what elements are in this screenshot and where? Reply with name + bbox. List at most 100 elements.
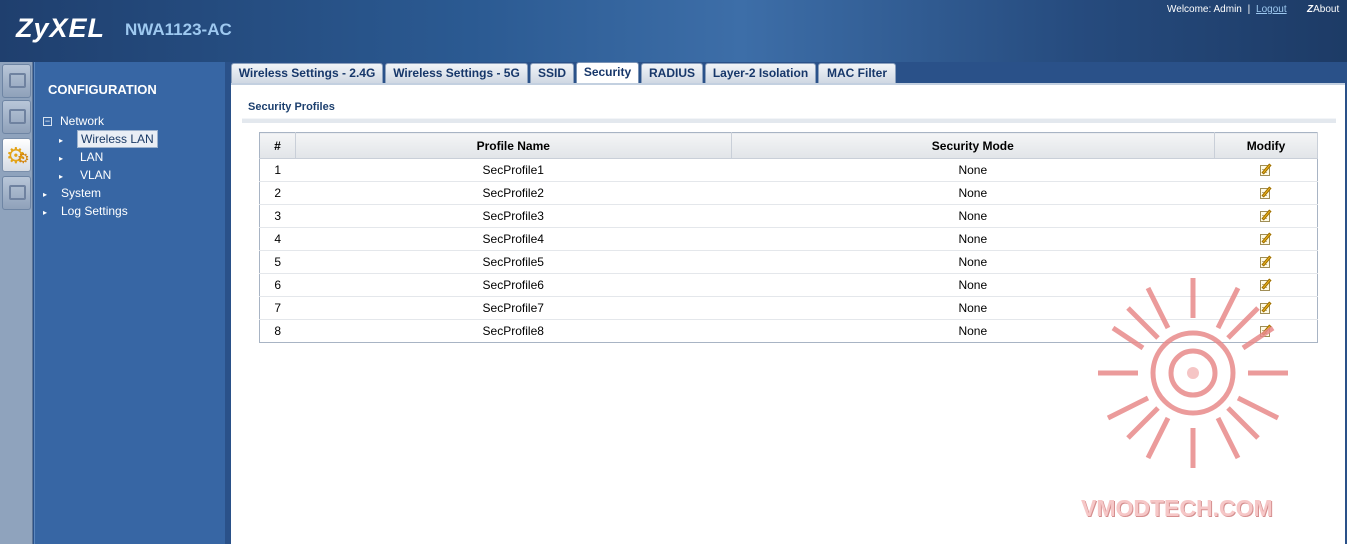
dashboard-panel-button[interactable] [2,64,31,98]
column-header-security-mode[interactable]: Security Mode [731,132,1216,159]
sidebar-item-label: LAN [80,150,104,164]
sidebar-item-lan[interactable]: ▸ LAN [59,150,106,164]
column-header-modify: Modify [1214,132,1318,159]
tools-icon [9,185,26,200]
table-row[interactable]: 7 SecProfile7 None [259,296,1318,320]
profile-name: SecProfile1 [295,158,732,182]
monitor-panel-button[interactable] [2,100,31,134]
modify-cell [1214,273,1318,297]
sidebar-item-label: VLAN [80,168,112,182]
username: Admin [1213,4,1242,15]
monitor-icon [9,73,26,88]
main-frame: Wireless Settings - 2.4G Wireless Settin… [229,62,1347,544]
table-row[interactable]: 1 SecProfile1 None [259,158,1318,182]
welcome-label: Welcome: [1167,4,1212,15]
small-gear-icon: ⚙ [17,150,30,166]
edit-icon[interactable] [1259,323,1273,338]
tab-ssid[interactable]: SSID [530,63,574,83]
modify-cell [1214,319,1318,343]
security-mode: None [731,250,1215,274]
sidebar-item-log-settings[interactable]: ▸ Log Settings [43,204,128,218]
security-mode: None [731,296,1215,320]
row-number: 1 [259,158,296,182]
table-row[interactable]: 2 SecProfile2 None [259,181,1318,205]
tab-wireless-settings-24g[interactable]: Wireless Settings - 2.4G [231,63,383,83]
sidebar-item-wireless-lan[interactable]: ▸ Wireless LAN [59,130,158,148]
security-profiles-table: # Profile Name Security Mode Modify 1 Se… [259,132,1318,343]
configuration-panel-button[interactable]: ⚙ ⚙ [2,138,31,172]
sidebar-item-vlan[interactable]: ▸ VLAN [59,168,114,182]
column-header-profile-name[interactable]: Profile Name [295,132,732,159]
row-number: 4 [259,227,296,251]
row-number: 8 [259,319,296,343]
sidebar-item-label: Wireless LAN [77,130,158,148]
profile-name: SecProfile4 [295,227,732,251]
watermark-text: VMODTECH.COM [1081,495,1273,521]
navigation-sidebar: CONFIGURATION − Network ▸ Wireless LAN ▸ LA… [34,62,225,544]
sidebar-item-label: System [61,186,102,200]
profile-name: SecProfile6 [295,273,732,297]
sidebar-item-label: Log Settings [61,204,128,218]
row-number: 3 [259,204,296,228]
top-banner: ZyXEL NWA1123-AC Welcome: Admin | Logout… [0,0,1347,62]
security-mode: None [731,158,1215,182]
row-number: 6 [259,273,296,297]
about-label: About [1313,4,1340,15]
profile-name: SecProfile5 [295,250,732,274]
tab-radius[interactable]: RADIUS [641,63,703,83]
edit-icon[interactable] [1259,208,1273,223]
device-model: NWA1123-AC [125,20,232,39]
modify-cell [1214,296,1318,320]
table-row[interactable]: 8 SecProfile8 None [259,319,1318,343]
bullet-arrow-icon: ▸ [59,136,64,145]
profile-name: SecProfile8 [295,319,732,343]
section-divider [242,118,1336,123]
tab-layer2-isolation[interactable]: Layer-2 Isolation [705,63,816,83]
row-number: 2 [259,181,296,205]
section-title: Security Profiles [248,101,335,113]
table-header-row: # Profile Name Security Mode Modify [259,132,1318,159]
table-row[interactable]: 3 SecProfile3 None [259,204,1318,228]
sidebar-item-system[interactable]: ▸ System [43,186,101,200]
separator: | [1247,4,1251,15]
edit-icon[interactable] [1259,185,1273,200]
column-header-number[interactable]: # [259,132,296,159]
maintenance-panel-button[interactable] [2,176,31,210]
tab-mac-filter[interactable]: MAC Filter [818,63,896,83]
edit-icon[interactable] [1259,254,1273,269]
security-mode: None [731,227,1215,251]
tab-security[interactable]: Security [576,62,639,85]
security-mode: None [731,204,1215,228]
edit-icon[interactable] [1259,231,1273,246]
profile-name: SecProfile2 [295,181,732,205]
tab-wireless-settings-5g[interactable]: Wireless Settings - 5G [385,63,528,83]
modify-cell [1214,227,1318,251]
table-row[interactable]: 4 SecProfile4 None [259,227,1318,251]
table-row[interactable]: 6 SecProfile6 None [259,273,1318,297]
logout-link[interactable]: Logout [1256,4,1287,15]
modify-cell [1214,204,1318,228]
about-link[interactable]: ZAbout [1307,4,1339,15]
modify-cell [1214,250,1318,274]
row-number: 5 [259,250,296,274]
profile-name: SecProfile7 [295,296,732,320]
security-mode: None [731,181,1215,205]
edit-icon[interactable] [1259,277,1273,292]
edit-icon[interactable] [1259,162,1273,177]
table-row[interactable]: 5 SecProfile5 None [259,250,1318,274]
welcome-bar: Welcome: Admin | Logout [1167,4,1287,15]
screen-icon [9,109,26,124]
profile-name: SecProfile3 [295,204,732,228]
row-number: 7 [259,296,296,320]
security-mode: None [731,273,1215,297]
sidebar-item-network[interactable]: − Network [43,114,104,128]
security-mode: None [731,319,1215,343]
bullet-arrow-icon: ▸ [59,154,64,163]
collapse-toggle-icon[interactable]: − [43,117,52,126]
bullet-arrow-icon: ▸ [43,190,48,199]
tab-bar: Wireless Settings - 2.4G Wireless Settin… [229,62,1347,85]
panel-icon-strip: ⚙ ⚙ [0,62,33,544]
sidebar-title: CONFIGURATION [48,82,157,97]
edit-icon[interactable] [1259,300,1273,315]
modify-cell [1214,181,1318,205]
